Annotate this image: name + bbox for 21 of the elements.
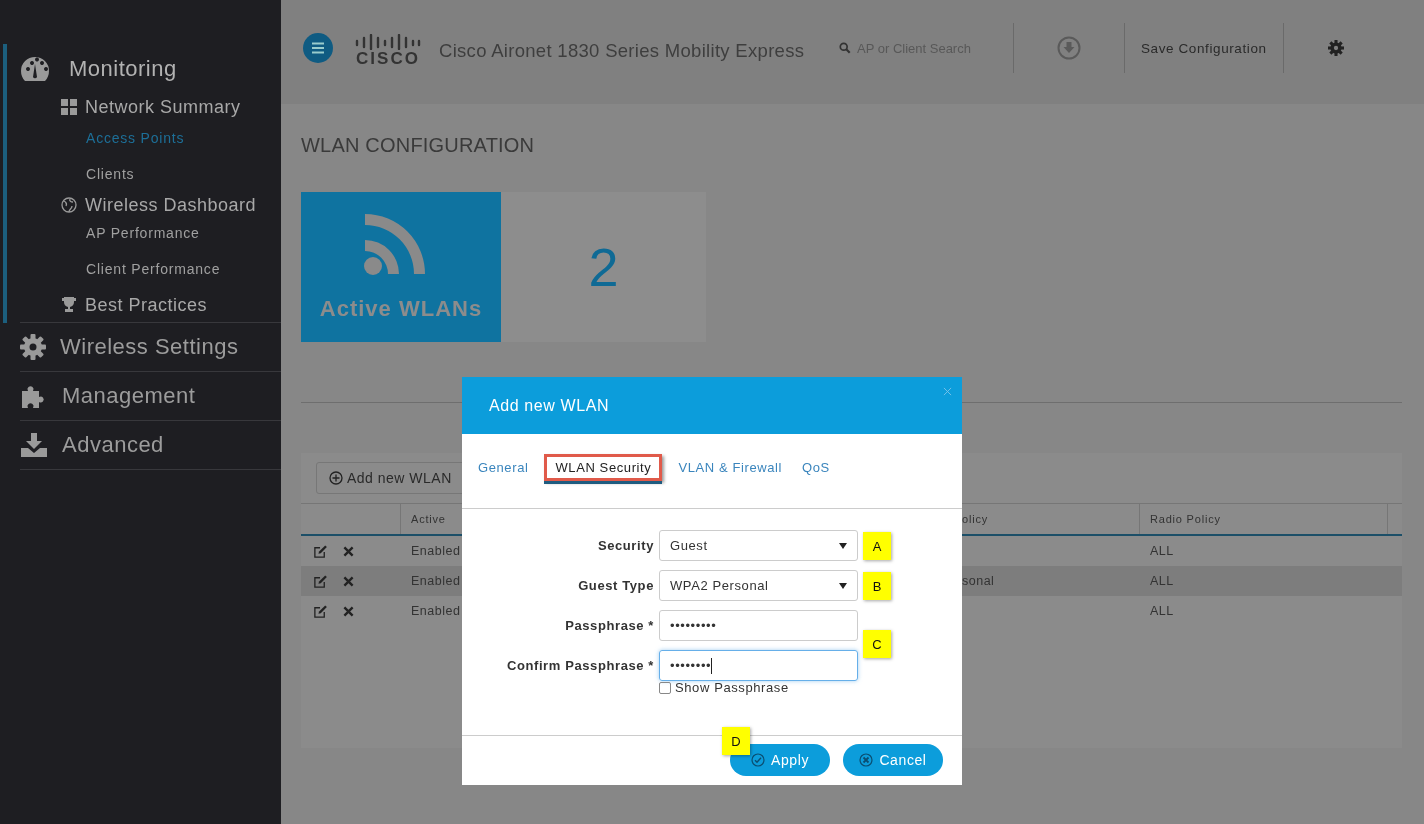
page-title: WLAN CONFIGURATION xyxy=(301,134,536,158)
callout-marker: D xyxy=(722,727,750,755)
table-cell: ALL xyxy=(1150,544,1174,558)
tile-label: Active WLANs xyxy=(319,296,483,322)
callout-marker: C xyxy=(863,630,891,658)
table-cell: Enabled xyxy=(411,604,461,618)
table-cell: Enabled xyxy=(411,574,461,588)
field-label: Security xyxy=(596,538,654,553)
table-cell: Enabled xyxy=(411,544,461,558)
field-label: Guest Type xyxy=(577,578,654,593)
table-cell: sonal xyxy=(962,574,995,588)
callout-marker: B xyxy=(863,572,891,600)
field-label: Passphrase * xyxy=(564,618,654,633)
table-cell: ALL xyxy=(1150,574,1174,588)
callout-marker: A xyxy=(863,532,891,560)
app-title: Cisco Aironet 1830 Series Mobility Express xyxy=(439,40,806,62)
field-label: Confirm Passphrase * xyxy=(505,658,654,673)
wlan-count: 2 xyxy=(588,236,619,298)
table-cell: ALL xyxy=(1150,604,1174,618)
logo-text: CISCO xyxy=(356,50,420,68)
dialog-title: Add new WLAN xyxy=(489,396,610,415)
